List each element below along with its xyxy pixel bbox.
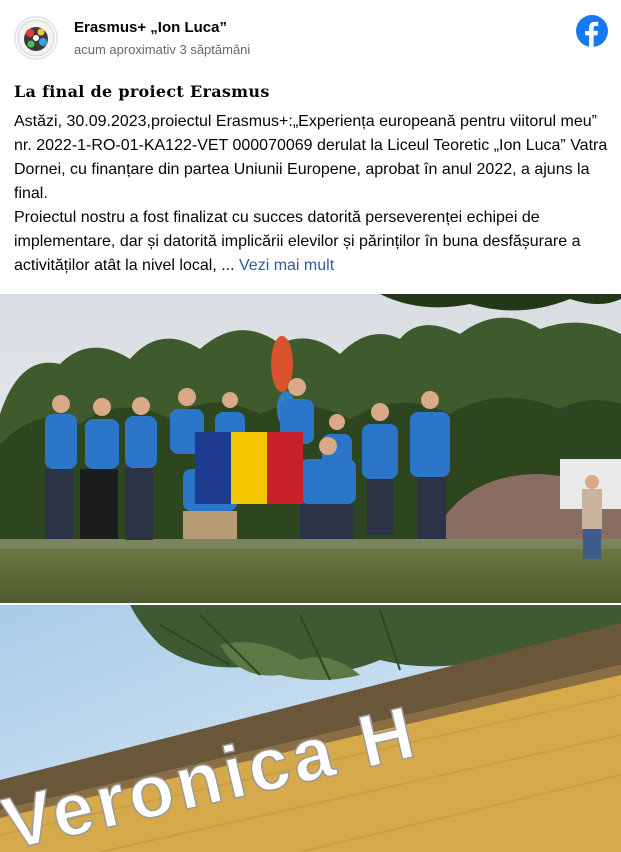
post-paragraph: Proiectul nostru a fost finalizat cu suc…	[14, 206, 609, 278]
sign-photo: Veronica H	[0, 605, 621, 852]
group-photo	[0, 294, 621, 603]
post-timestamp[interactable]: acum aproximativ 3 săptămâni	[74, 42, 250, 57]
post-photo-group[interactable]	[0, 294, 621, 603]
post-text: Astăzi, 30.09.2023,proiectul Erasmus+:„E…	[14, 110, 609, 278]
page-avatar[interactable]	[14, 16, 58, 60]
post-paragraph: Astăzi, 30.09.2023,proiectul Erasmus+:„E…	[14, 113, 608, 202]
school-logo	[17, 19, 55, 57]
post-photo-sign[interactable]: Veronica H	[0, 605, 621, 852]
page-name[interactable]: Erasmus+ „Ion Luca”	[74, 19, 227, 36]
post-header: Erasmus+ „Ion Luca” acum aproximativ 3 s…	[0, 0, 621, 70]
post-title: La final de proiect Erasmus	[14, 82, 270, 101]
see-more-link[interactable]: Vezi mai mult	[239, 257, 334, 274]
facebook-logo-icon[interactable]	[576, 15, 608, 47]
